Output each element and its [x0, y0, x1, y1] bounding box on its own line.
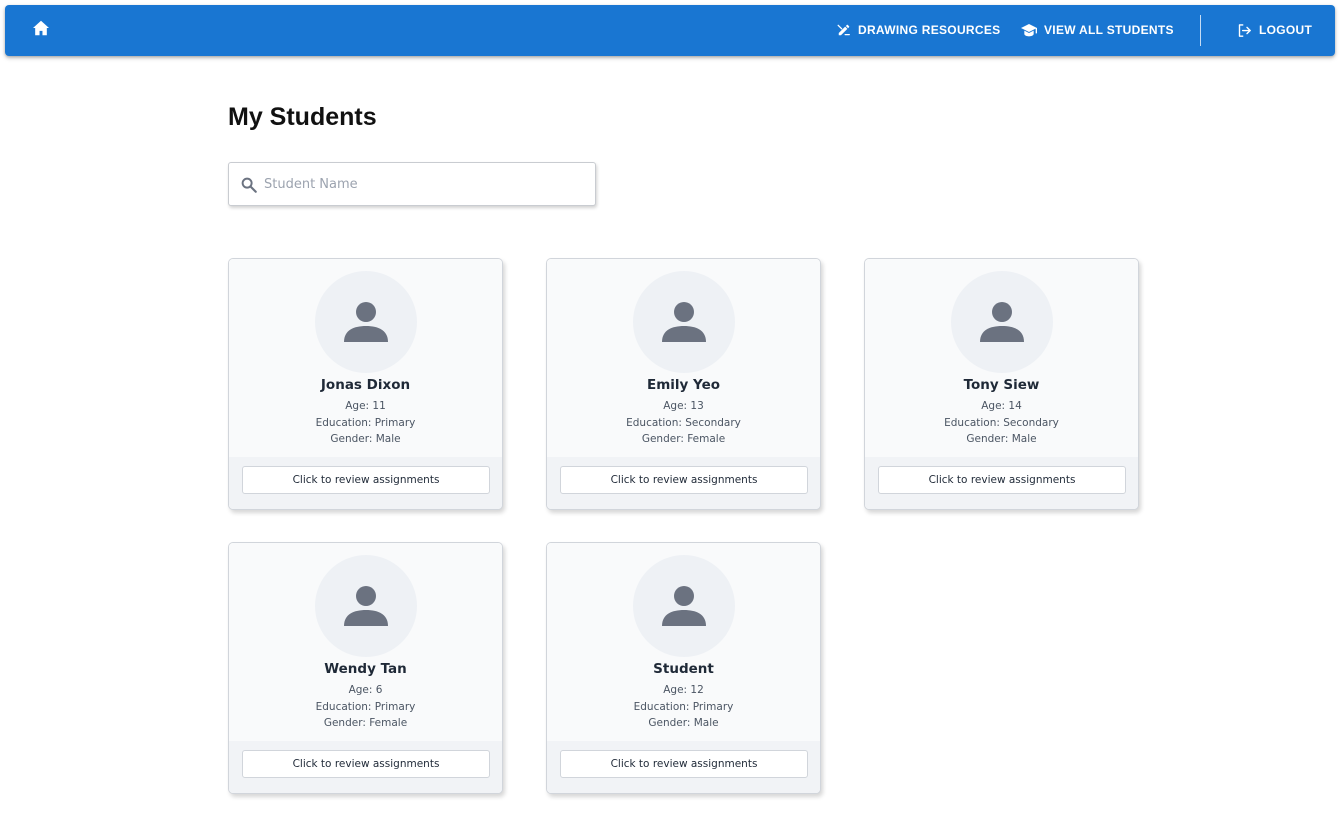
person-icon: [662, 302, 706, 342]
review-assignments-button[interactable]: Click to review assignments: [242, 750, 490, 778]
student-name: Jonas Dixon: [320, 377, 411, 393]
home-icon: [33, 20, 49, 36]
student-gender: Gender: Female: [641, 433, 726, 445]
search-box[interactable]: [228, 162, 596, 206]
student-name: Student: [653, 661, 714, 677]
student-gender: Gender: Male: [966, 433, 1037, 445]
student-name: Wendy Tan: [324, 661, 407, 677]
student-card-footer: Click to review assignments: [229, 741, 502, 793]
student-card: Wendy Tan Age: 6 Education: Primary Gend…: [228, 542, 503, 794]
student-education: Education: Secondary: [944, 417, 1059, 429]
drawing-resources-label: DRAWING RESOURCES: [858, 23, 1001, 37]
student-name: Emily Yeo: [646, 377, 720, 393]
page-title: My Students: [228, 103, 377, 131]
person-icon: [344, 586, 388, 626]
student-name-search-input[interactable]: [264, 173, 584, 195]
student-card-body: Jonas Dixon Age: 11 Education: Primary G…: [229, 259, 502, 457]
graduation-cap-icon: [1021, 24, 1037, 37]
drawing-resources-button[interactable]: DRAWING RESOURCES: [837, 19, 1000, 41]
student-age: Age: 6: [348, 684, 383, 696]
student-gender: Gender: Female: [323, 717, 408, 729]
avatar: [633, 555, 735, 657]
student-age: Age: 13: [663, 400, 704, 412]
student-card-body: Student Age: 12 Education: Primary Gende…: [547, 543, 820, 741]
student-card: Emily Yeo Age: 13 Education: Secondary G…: [546, 258, 821, 510]
avatar: [315, 271, 417, 373]
student-age: Age: 14: [981, 400, 1022, 412]
student-card-footer: Click to review assignments: [547, 457, 820, 509]
student-card: Student Age: 12 Education: Primary Gende…: [546, 542, 821, 794]
student-education: Education: Primary: [315, 701, 416, 713]
student-gender: Gender: Male: [648, 717, 719, 729]
student-card: Jonas Dixon Age: 11 Education: Primary G…: [228, 258, 503, 510]
student-name: Tony Siew: [963, 377, 1040, 393]
student-age: Age: 11: [345, 400, 386, 412]
student-card-footer: Click to review assignments: [547, 741, 820, 793]
view-all-students-button[interactable]: VIEW ALL STUDENTS: [1021, 19, 1174, 41]
student-card-body: Tony Siew Age: 14 Education: Secondary G…: [865, 259, 1138, 457]
logout-button[interactable]: LOGOUT: [1237, 19, 1312, 41]
student-card-footer: Click to review assignments: [865, 457, 1138, 509]
student-education: Education: Secondary: [626, 417, 741, 429]
student-card-footer: Click to review assignments: [229, 457, 502, 509]
top-app-bar: DRAWING RESOURCES VIEW ALL STUDENTS LOGO…: [5, 5, 1335, 56]
person-icon: [980, 302, 1024, 342]
review-assignments-button[interactable]: Click to review assignments: [242, 466, 490, 494]
review-assignments-button[interactable]: Click to review assignments: [878, 466, 1126, 494]
home-button[interactable]: [29, 16, 53, 40]
student-education: Education: Primary: [633, 701, 734, 713]
person-icon: [662, 586, 706, 626]
avatar: [951, 271, 1053, 373]
search-icon: [241, 177, 257, 193]
person-icon: [344, 302, 388, 342]
logout-icon: [1238, 23, 1251, 37]
avatar: [633, 271, 735, 373]
student-age: Age: 12: [663, 684, 704, 696]
student-education: Education: Primary: [315, 417, 416, 429]
view-all-students-label: VIEW ALL STUDENTS: [1044, 23, 1174, 37]
review-assignments-button[interactable]: Click to review assignments: [560, 750, 808, 778]
student-gender: Gender: Male: [330, 433, 401, 445]
review-assignments-button[interactable]: Click to review assignments: [560, 466, 808, 494]
avatar: [315, 555, 417, 657]
logout-label: LOGOUT: [1259, 23, 1313, 37]
nav-divider: [1200, 15, 1201, 46]
student-card-body: Emily Yeo Age: 13 Education: Secondary G…: [547, 259, 820, 457]
student-card-body: Wendy Tan Age: 6 Education: Primary Gend…: [229, 543, 502, 741]
student-card: Tony Siew Age: 14 Education: Secondary G…: [864, 258, 1139, 510]
draw-icon: [837, 24, 850, 36]
